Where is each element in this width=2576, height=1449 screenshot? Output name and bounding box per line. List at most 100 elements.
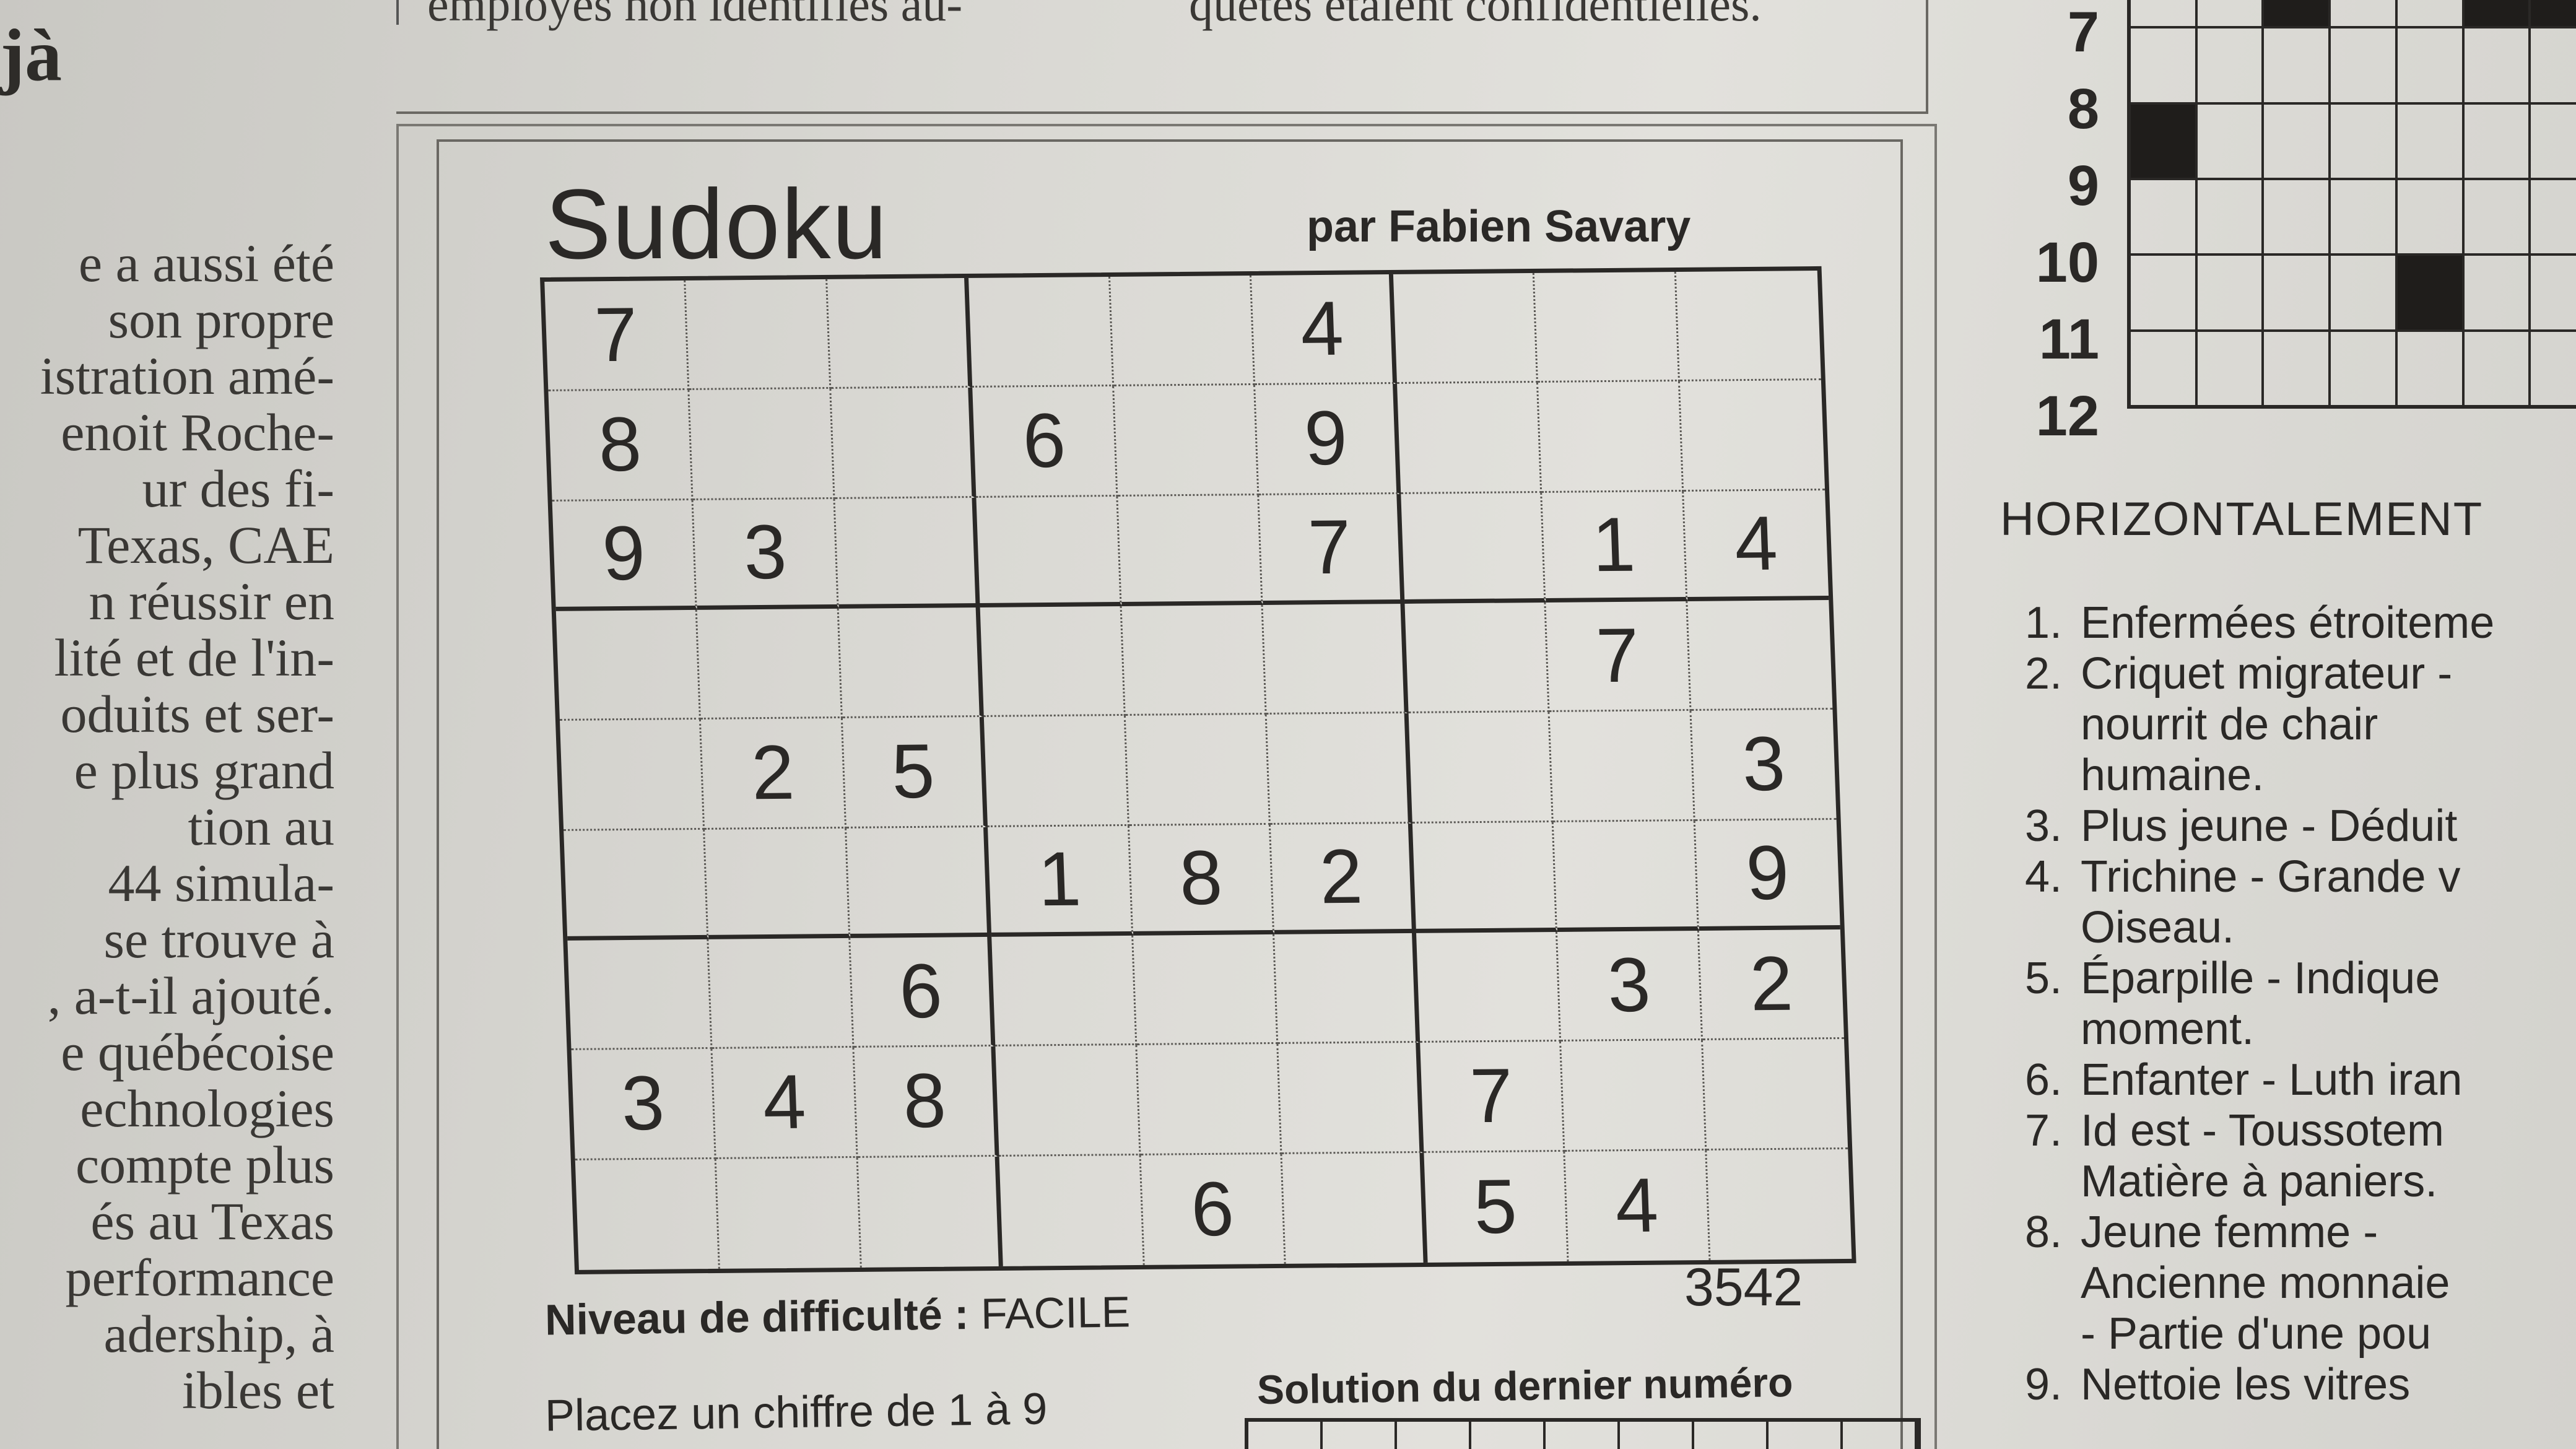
clue-number: 4.	[2024, 852, 2062, 902]
article-line: ur des fi-	[142, 459, 334, 518]
sudoku-cell: 7	[544, 280, 690, 392]
sudoku-cell: 6	[850, 936, 996, 1048]
article-line: Texas, CAE	[77, 515, 334, 575]
sudoku-cell	[1534, 271, 1680, 383]
sudoku-cell: 7	[1259, 494, 1405, 605]
article-line: performance	[65, 1248, 335, 1307]
sudoku-cell: 3	[694, 498, 839, 610]
article-line: son propre	[108, 290, 334, 349]
sudoku-title: Sudoku	[545, 168, 889, 279]
crossword-black-cell	[2131, 102, 2198, 178]
sudoku-cell	[976, 496, 1122, 607]
article-line: oduits et ser-	[60, 684, 334, 744]
crossword-cell	[2464, 178, 2531, 254]
crossword-black-cell	[2531, 0, 2576, 27]
crossword-cell	[2397, 329, 2465, 405]
clue-continuation: Oiseau.	[2081, 903, 2235, 952]
sudoku-cell	[1125, 715, 1271, 826]
sudoku-cell	[1412, 822, 1558, 933]
sudoku-cell	[1561, 1040, 1707, 1152]
crossword-row-number: 9	[2067, 154, 2099, 217]
crossword-row-number: 8	[2067, 77, 2099, 141]
difficulty-label: Niveau de difficulté :	[544, 1290, 970, 1344]
sudoku-cell	[1404, 602, 1550, 714]
clue-text: Nettoie les vitres	[2081, 1360, 2411, 1409]
clue-text: Éparpille - Indique	[2081, 954, 2440, 1003]
sudoku-cell: 6	[1141, 1154, 1286, 1265]
sudoku-cell: 2	[1271, 823, 1416, 934]
crossword-row-number: 11	[2039, 308, 2099, 371]
crossword-section-title: HORIZONTALEMENT	[2000, 493, 2484, 546]
crossword-cell	[2331, 178, 2398, 254]
sudoku-cell	[984, 716, 1129, 827]
article-line: adership, à	[103, 1304, 334, 1364]
clue-text: Id est - Toussotem	[2081, 1106, 2444, 1155]
sudoku-cell	[1549, 711, 1695, 822]
crossword-clue-list: 1. Enfermées étroiteme 2. Criquet migrateur…	[2000, 598, 2576, 1410]
sudoku-cell	[991, 935, 1138, 1047]
sudoku-cell	[1110, 275, 1256, 387]
sudoku-cell	[564, 829, 709, 941]
sudoku-cell: 9	[1695, 819, 1840, 931]
sudoku-grid: 7486993714725318296323487654	[540, 266, 1856, 1274]
article-line: 44 simula-	[108, 853, 334, 913]
sudoku-cell: 9	[1255, 384, 1401, 495]
sudoku-cell	[1416, 931, 1562, 1043]
crossword-cell	[2197, 329, 2265, 405]
crossword-cell	[2397, 178, 2465, 254]
clue-number: 9.	[2024, 1360, 2062, 1409]
clue-continuation: - Partie d'une pou	[2081, 1309, 2432, 1359]
sudoku-cell	[1553, 820, 1699, 932]
crossword-black-cell	[2464, 0, 2531, 27]
crossword-cell	[2197, 26, 2265, 102]
crossword-cell	[2397, 102, 2465, 178]
clue-number: 1.	[2024, 598, 2062, 648]
crossword-clue: 7. Id est - Toussotem Matière à paniers.	[2000, 1105, 2576, 1207]
crossword-cell	[2197, 178, 2265, 254]
crossword-black-cell	[2397, 253, 2465, 329]
crossword-cell	[2264, 26, 2331, 102]
clue-continuation: nourrit de chair	[2081, 700, 2378, 749]
sudoku-cell	[560, 720, 705, 831]
crossword-cell	[2264, 253, 2331, 329]
difficulty-value: FACILE	[980, 1287, 1131, 1338]
article-line: tion au	[188, 797, 334, 856]
crossword-cell	[2398, 0, 2465, 27]
article-line: ibles et	[182, 1360, 334, 1419]
article-line: echnologies	[80, 1079, 334, 1138]
crossword-row-number: 7	[2067, 1, 2099, 64]
clue-number: 5.	[2024, 954, 2062, 1003]
sudoku-cell	[567, 939, 713, 1051]
sudoku-cell	[995, 1045, 1141, 1157]
article-line: , a-t-il ajouté.	[47, 966, 334, 1025]
crossword-cell	[2331, 253, 2398, 329]
sudoku-cell	[1707, 1149, 1852, 1260]
crossword-cell	[2464, 26, 2531, 102]
clue-text: Enfermées étroiteme	[2081, 598, 2495, 648]
clue-continuation: Matière à paniers.	[2081, 1157, 2438, 1206]
sudoku-cell	[1263, 603, 1409, 715]
solution-grid	[1245, 1418, 1921, 1449]
sudoku-cell	[1408, 712, 1554, 824]
crossword-grid	[2127, 0, 2576, 409]
sudoku-cell	[1266, 713, 1412, 825]
crossword-cell	[2264, 329, 2331, 405]
sudoku-cell	[1396, 383, 1543, 494]
solution-label: Solution du dernier numéro	[1256, 1359, 1793, 1413]
top-article-left-text: employés non identifiés au-	[427, 0, 963, 31]
crossword-cell	[2331, 26, 2398, 102]
clue-text: Criquet migrateur -	[2081, 649, 2453, 698]
crossword-row-number: 10	[2035, 231, 2099, 294]
sudoku-cell	[1687, 599, 1833, 711]
crossword-clue: 2. Criquet migrateur - nourrit de chair hum…	[2000, 648, 2576, 801]
sudoku-cell	[827, 277, 973, 389]
crossword-clue: 3. Plus jeune - Déduit	[2000, 801, 2576, 851]
crossword-black-cell	[2264, 0, 2331, 27]
clue-text: Plus jeune - Déduit	[2081, 801, 2458, 851]
article-heading-fragment: jà	[0, 14, 62, 96]
sudoku-cell	[1121, 604, 1267, 716]
sudoku-cell	[1400, 492, 1546, 604]
crossword-clue: 5. Éparpille - Indique moment.	[2000, 953, 2576, 1055]
crossword-cell	[2531, 102, 2576, 178]
sudoku-cell	[1274, 933, 1420, 1045]
